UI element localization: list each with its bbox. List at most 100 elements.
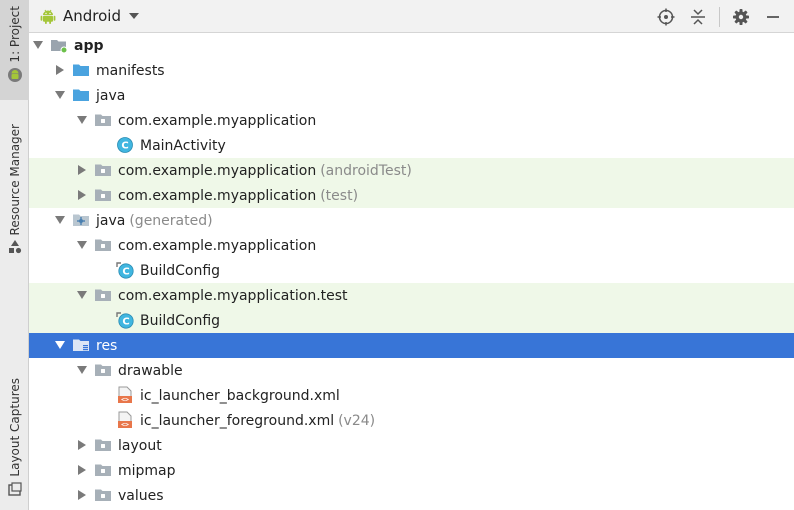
svg-text:<>: <> (121, 396, 129, 404)
package-folder-icon (94, 186, 112, 204)
package-folder-icon (94, 436, 112, 454)
tree-row[interactable]: manifests (29, 58, 794, 83)
toolbar-separator (719, 6, 720, 27)
tree-row-label: manifests (96, 63, 165, 79)
hide-panel-button[interactable] (762, 6, 784, 28)
tree-row[interactable]: com.example.myapplication (29, 233, 794, 258)
node-name: com.example.myapplication.test (118, 287, 348, 304)
tree-row-label: mipmap (118, 463, 176, 479)
tree-row[interactable]: com.example.myapplication (29, 108, 794, 133)
layout-captures-tab[interactable]: Layout Captures (0, 372, 29, 502)
tree-row-label: com.example.myapplication (118, 238, 316, 254)
node-name: mipmap (118, 462, 176, 479)
minimize-icon (767, 15, 779, 18)
collapsed-arrow-icon[interactable] (76, 189, 88, 201)
folder-icon (72, 86, 90, 104)
tree-row[interactable]: values (29, 483, 794, 508)
tree-row[interactable]: com.example.myapplication (test) (29, 183, 794, 208)
project-view-header: Android (29, 0, 794, 33)
tree-row[interactable]: java (29, 83, 794, 108)
capture-icon (7, 481, 22, 496)
collapse-all-button[interactable] (687, 6, 709, 28)
module-folder-icon (50, 36, 68, 54)
tree-row[interactable]: app (29, 33, 794, 58)
resource-folder-icon (72, 336, 90, 354)
node-name: BuildConfig (140, 312, 221, 329)
tree-row[interactable]: C MainActivity (29, 133, 794, 158)
node-name: layout (118, 437, 162, 454)
expanded-arrow-icon[interactable] (76, 239, 88, 251)
tree-row-label: com.example.myapplication (test) (118, 188, 358, 204)
svg-text:C: C (121, 141, 128, 152)
node-qualifier: (androidTest) (320, 162, 412, 179)
node-name: com.example.myapplication (118, 162, 317, 179)
collapsed-arrow-icon[interactable] (76, 464, 88, 476)
tree-row-label: com.example.myapplication (118, 113, 316, 129)
class-icon: C (116, 136, 134, 154)
tree-row-label: values (118, 488, 164, 504)
package-folder-icon (94, 461, 112, 479)
collapsed-arrow-icon[interactable] (76, 489, 88, 501)
node-name: java (96, 87, 126, 104)
collapsed-arrow-icon[interactable] (76, 439, 88, 451)
expanded-arrow-icon[interactable] (32, 39, 44, 51)
node-qualifier: (v24) (338, 412, 376, 429)
tree-row[interactable]: <> ic_launcher_background.xml (29, 383, 794, 408)
tree-row[interactable]: com.example.myapplication.test (29, 283, 794, 308)
node-qualifier: (test) (320, 187, 359, 204)
tree-row[interactable]: res (29, 333, 794, 358)
expanded-arrow-icon[interactable] (76, 364, 88, 376)
tree-row-label: ic_launcher_foreground.xml (v24) (140, 413, 375, 429)
tool-window-strip: 1: Project Resource Manager Layout Captu… (0, 0, 29, 510)
node-name: MainActivity (140, 137, 226, 154)
tree-row[interactable]: drawable (29, 358, 794, 383)
project-tool-tab[interactable]: 1: Project (0, 0, 29, 100)
locate-file-button[interactable] (655, 6, 677, 28)
expanded-arrow-icon[interactable] (54, 214, 66, 226)
tree-row[interactable]: com.example.myapplication (androidTest) (29, 158, 794, 183)
tree-row-label: layout (118, 438, 162, 454)
gear-icon (733, 8, 749, 25)
svg-text:<>: <> (121, 421, 129, 429)
folder-icon (72, 61, 90, 79)
project-tree: app manifests java com.example.myapplicatio… (29, 33, 794, 510)
expanded-arrow-icon[interactable] (76, 114, 88, 126)
node-name: values (118, 487, 164, 504)
package-folder-icon (94, 161, 112, 179)
expanded-arrow-icon[interactable] (54, 89, 66, 101)
expanded-arrow-icon[interactable] (76, 289, 88, 301)
tree-row[interactable]: C BuildConfig (29, 308, 794, 333)
expanded-arrow-icon[interactable] (54, 339, 66, 351)
node-name: ic_launcher_background.xml (140, 387, 340, 404)
tree-row-label: com.example.myapplication (androidTest) (118, 163, 412, 179)
resource-tab-label: Resource Manager (7, 124, 22, 236)
package-folder-icon (94, 236, 112, 254)
collapse-all-icon (691, 8, 705, 25)
tree-row-label: BuildConfig (140, 313, 220, 329)
package-folder-icon (94, 286, 112, 304)
xml-file-icon: <> (116, 411, 134, 429)
shapes-icon (8, 240, 21, 254)
tree-row-label: BuildConfig (140, 263, 220, 279)
class-readonly-icon: C (116, 311, 134, 329)
project-view-selector[interactable]: Android (39, 7, 139, 25)
tree-row[interactable]: layout (29, 433, 794, 458)
generated-folder-icon (72, 211, 90, 229)
crosshair-icon (657, 8, 675, 25)
svg-text:C: C (122, 267, 129, 278)
node-name: com.example.myapplication (118, 187, 317, 204)
android-icon (40, 9, 56, 24)
settings-button[interactable] (730, 6, 752, 28)
resource-manager-tab[interactable]: Resource Manager (0, 118, 29, 258)
tree-row[interactable]: java (generated) (29, 208, 794, 233)
node-qualifier: (generated) (129, 212, 213, 229)
layout-tab-label: Layout Captures (7, 378, 22, 477)
collapsed-arrow-icon[interactable] (76, 164, 88, 176)
tree-row[interactable]: mipmap (29, 458, 794, 483)
tree-row[interactable]: <> ic_launcher_foreground.xml (v24) (29, 408, 794, 433)
chevron-down-icon (129, 13, 139, 19)
node-name: com.example.myapplication (118, 237, 317, 254)
tree-row[interactable]: C BuildConfig (29, 258, 794, 283)
collapsed-arrow-icon[interactable] (54, 64, 66, 76)
node-name: res (96, 337, 118, 354)
